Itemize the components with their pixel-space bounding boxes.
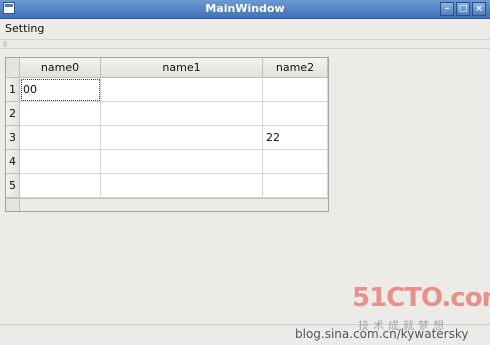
table-widget[interactable]: name0 name1 name2 1 00 2 3 22 4 5 [5,57,329,212]
table-corner-button[interactable] [6,58,20,78]
watermark-blog-url: blog.sina.com.cn/kywatersky [295,327,469,341]
table-cell[interactable] [20,174,101,198]
table-cell[interactable]: 22 [263,126,328,150]
table-cell[interactable] [263,174,328,198]
table-cell[interactable] [263,102,328,126]
table-cell[interactable]: 00 [20,78,101,102]
window-title: MainWindow [205,2,285,15]
row-header-2[interactable]: 2 [6,102,20,126]
table-cell[interactable] [101,102,263,126]
toolbar-grip-icon[interactable] [3,41,7,47]
row-header-4[interactable]: 4 [6,150,20,174]
column-header-name2[interactable]: name2 [263,58,328,78]
row-header-filler [6,199,20,211]
title-bar: MainWindow – □ × [0,0,490,19]
table-cell[interactable] [263,78,328,102]
row-header-3[interactable]: 3 [6,126,20,150]
minimize-button[interactable]: – [440,2,454,16]
maximize-button[interactable]: □ [456,2,470,16]
table-cell[interactable] [20,150,101,174]
table-cell[interactable] [101,174,263,198]
row-header-5[interactable]: 5 [6,174,20,198]
menu-setting[interactable]: Setting [5,22,44,35]
close-button[interactable]: × [472,2,486,16]
column-header-name1[interactable]: name1 [101,58,263,78]
toolbar [0,39,490,49]
watermark-logo: 51CTO.com [352,283,490,313]
table-cell[interactable] [20,102,101,126]
row-header-1[interactable]: 1 [6,78,20,102]
table-cell[interactable] [263,150,328,174]
menu-bar: Setting [0,19,490,39]
table-cell[interactable] [20,126,101,150]
table-cell[interactable] [101,150,263,174]
column-header-name0[interactable]: name0 [20,58,101,78]
table-cell[interactable] [101,78,263,102]
table-cell[interactable] [101,126,263,150]
table-empty-area [6,198,328,211]
